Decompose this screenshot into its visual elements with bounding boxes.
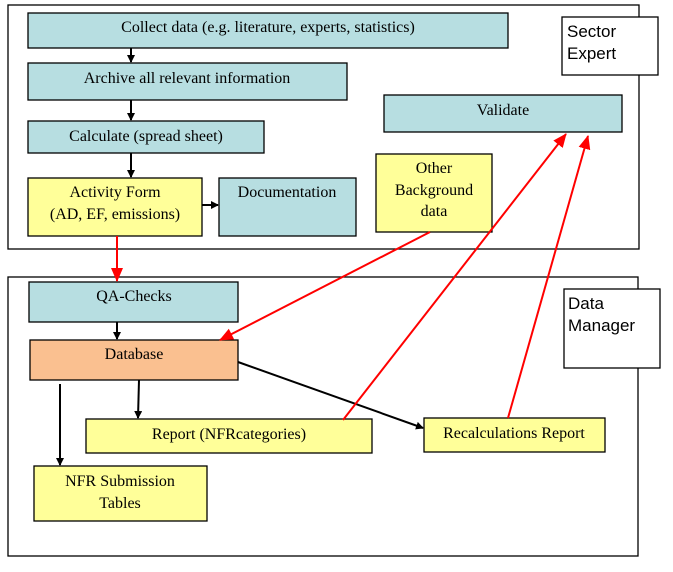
- svg-text:QA-Checks: QA-Checks: [96, 288, 172, 305]
- svg-text:Manager: Manager: [568, 316, 635, 335]
- node-database: Database: [29, 339, 239, 381]
- svg-text:Sector: Sector: [567, 22, 616, 41]
- svg-text:Validate: Validate: [477, 102, 529, 119]
- node-collect-data: Collect data (e.g. literature, experts, …: [27, 12, 509, 49]
- svg-text:Background: Background: [395, 182, 473, 199]
- node-documentation: Documentation: [218, 177, 357, 237]
- node-archive: Archive all relevant information: [27, 62, 348, 101]
- svg-text:Other: Other: [416, 160, 453, 177]
- arrow-database-to-report: [134, 379, 143, 419]
- svg-text:Collect data (e.g. literature,: Collect data (e.g. literature, experts, …: [121, 19, 415, 36]
- workflow-diagram: Sector Expert Data Manager Collect data …: [7, 4, 661, 557]
- svg-text:Report (NFRcategories): Report (NFRcategories): [152, 426, 306, 443]
- svg-text:Tables: Tables: [99, 495, 141, 512]
- node-calculate: Calculate (spread sheet): [27, 120, 265, 154]
- svg-text:Data: Data: [568, 294, 604, 313]
- node-activity-form: Activity Form (AD, EF, emissions): [27, 177, 203, 237]
- svg-text:NFR Submission: NFR Submission: [65, 473, 175, 490]
- svg-text:Expert: Expert: [567, 44, 616, 63]
- svg-text:Archive all relevant informati: Archive all relevant information: [84, 70, 291, 87]
- node-nfr-submission-tables: NFR Submission Tables: [33, 465, 208, 522]
- sector-expert-label: Sector Expert: [561, 16, 659, 76]
- svg-text:data: data: [421, 203, 448, 220]
- node-qa-checks: QA-Checks: [28, 281, 239, 323]
- svg-text:Database: Database: [105, 346, 164, 363]
- data-manager-label: Data Manager: [563, 288, 661, 369]
- node-recalculations-report: Recalculations Report: [423, 417, 606, 453]
- svg-text:Recalculations Report: Recalculations Report: [443, 425, 585, 442]
- svg-text:Activity Form: Activity Form: [69, 184, 161, 201]
- node-report: Report (NFRcategories): [85, 418, 373, 454]
- node-validate: Validate: [383, 94, 623, 133]
- svg-text:Documentation: Documentation: [238, 184, 337, 201]
- svg-text:Calculate (spread sheet): Calculate (spread sheet): [69, 128, 223, 145]
- node-other-background-data: Other Background data: [375, 153, 493, 233]
- svg-text:(AD, EF, emissions): (AD, EF, emissions): [50, 206, 180, 223]
